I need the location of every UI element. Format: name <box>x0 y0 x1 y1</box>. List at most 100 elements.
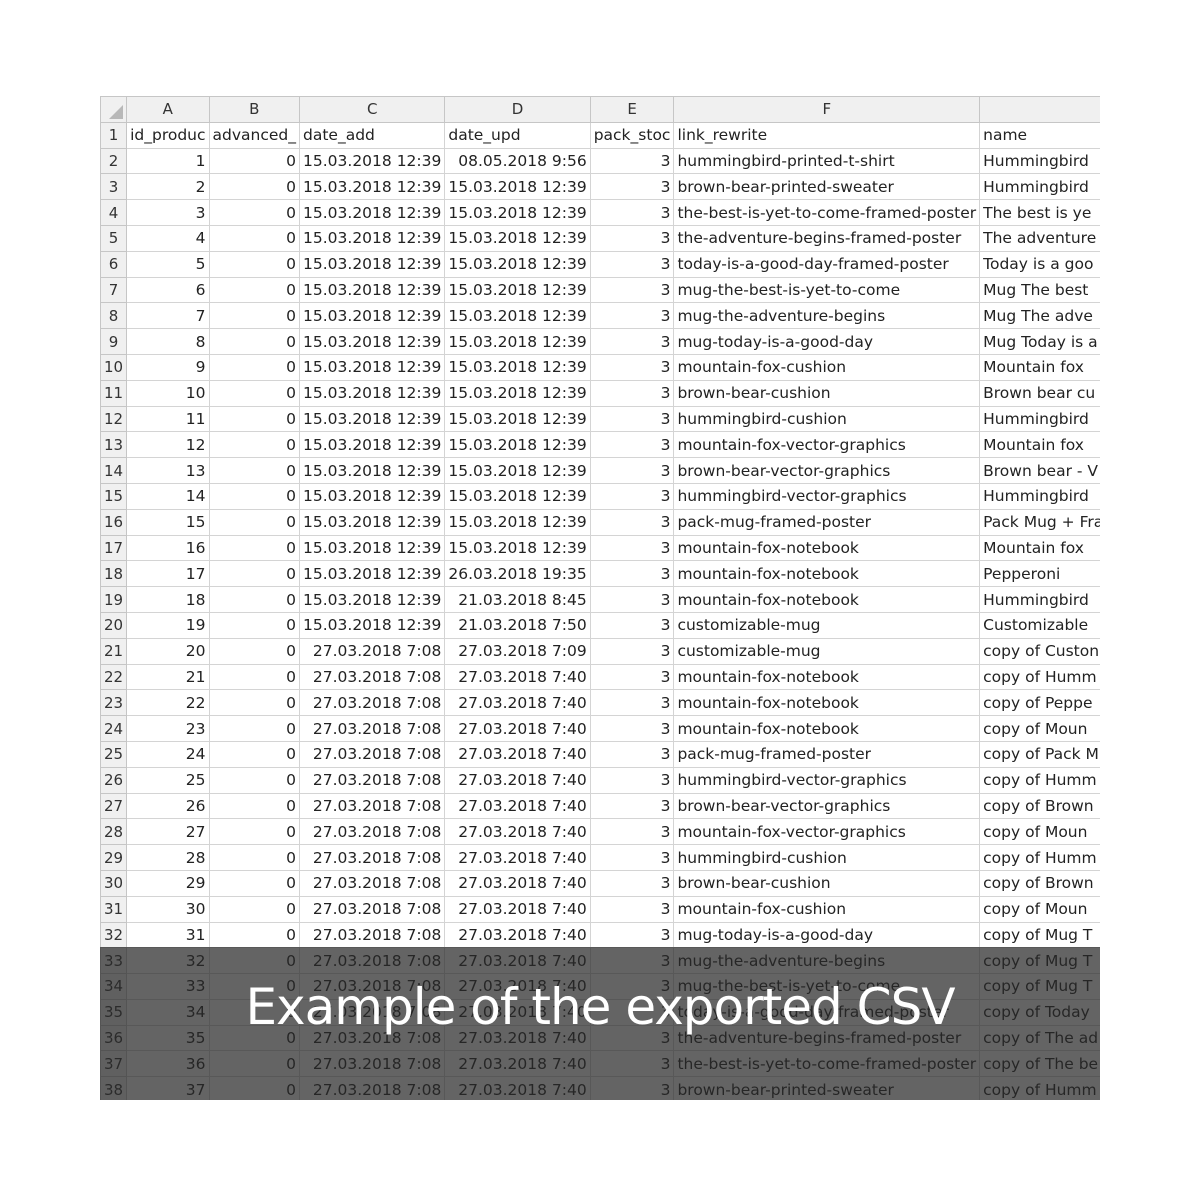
cell-id-product[interactable]: 24 <box>126 740 210 768</box>
cell-advanced[interactable]: 0 <box>208 328 301 355</box>
cell-link-rewrite[interactable]: brown-bear-printed-sweater <box>673 1076 981 1100</box>
cell-pack-stock[interactable]: 3 <box>589 715 675 742</box>
cell-pack-stock[interactable]: 3 <box>589 328 675 355</box>
column-header-f[interactable]: F <box>673 96 981 123</box>
cell-pack-stock[interactable]: 3 <box>589 379 675 407</box>
cell-date-add[interactable]: 15.03.2018 12:39 <box>299 379 446 407</box>
cell-date-add[interactable]: 27.03.2018 7:08 <box>299 844 446 871</box>
cell-name[interactable]: copy of Humm <box>979 1076 1100 1100</box>
column-header-c[interactable]: C <box>299 96 446 123</box>
cell-name[interactable]: copy of Brown <box>979 792 1100 820</box>
cell-id-product[interactable]: 7 <box>126 302 210 330</box>
cell-id-product[interactable]: 29 <box>126 869 210 897</box>
cell-id-product[interactable]: 9 <box>126 353 210 381</box>
cell-date-upd[interactable]: 27.03.2018 7:40 <box>444 740 591 768</box>
cell-link-rewrite[interactable]: hummingbird-printed-t-shirt <box>673 147 981 175</box>
cell-link-rewrite[interactable]: hummingbird-cushion <box>673 844 981 871</box>
cell-advanced[interactable]: 0 <box>208 173 301 201</box>
cell-link-rewrite[interactable]: mountain-fox-cushion <box>673 353 981 381</box>
row-number[interactable]: 5 <box>100 224 128 252</box>
cell-date-upd[interactable]: 26.03.2018 19:35 <box>444 560 591 588</box>
cell-date-upd[interactable]: 15.03.2018 12:39 <box>444 353 591 381</box>
cell-pack-stock[interactable]: 3 <box>589 482 675 510</box>
cell-advanced[interactable]: 0 <box>208 921 301 949</box>
row-number[interactable]: 14 <box>100 457 128 484</box>
cell-date-add[interactable]: 15.03.2018 12:39 <box>299 482 446 510</box>
cell-link-rewrite[interactable]: hummingbird-vector-graphics <box>673 766 981 794</box>
row-number[interactable]: 7 <box>100 276 128 304</box>
cell-date-add[interactable]: 15.03.2018 12:39 <box>299 173 446 201</box>
row-number[interactable]: 25 <box>100 740 128 768</box>
cell-advanced[interactable]: 0 <box>208 663 301 691</box>
cell-name[interactable]: copy of Pack M <box>979 740 1100 768</box>
cell-link-rewrite[interactable]: mug-the-adventure-begins <box>673 947 981 975</box>
cell-id-product[interactable]: 26 <box>126 792 210 820</box>
cell-id-product[interactable]: 19 <box>126 611 210 639</box>
cell-date-upd[interactable]: 27.03.2018 7:40 <box>444 921 591 949</box>
cell-advanced[interactable]: 0 <box>208 715 301 742</box>
cell-header-id-product[interactable]: id_produc <box>126 121 210 149</box>
cell-link-rewrite[interactable]: mountain-fox-cushion <box>673 895 981 923</box>
cell-name[interactable]: Hummingbird <box>979 482 1100 510</box>
row-number[interactable]: 2 <box>100 147 128 175</box>
cell-id-product[interactable]: 20 <box>126 637 210 665</box>
cell-pack-stock[interactable]: 3 <box>589 947 675 975</box>
cell-id-product[interactable]: 14 <box>126 482 210 510</box>
row-number[interactable]: 31 <box>100 895 128 923</box>
cell-id-product[interactable]: 1 <box>126 147 210 175</box>
cell-date-add[interactable]: 27.03.2018 7:08 <box>299 921 446 949</box>
cell-advanced[interactable]: 0 <box>208 844 301 871</box>
cell-date-upd[interactable]: 15.03.2018 12:39 <box>444 405 591 433</box>
row-number[interactable]: 4 <box>100 199 128 226</box>
cell-advanced[interactable]: 0 <box>208 586 301 613</box>
cell-pack-stock[interactable]: 3 <box>589 663 675 691</box>
cell-pack-stock[interactable]: 3 <box>589 586 675 613</box>
cell-date-upd[interactable]: 15.03.2018 12:39 <box>444 276 591 304</box>
cell-date-upd[interactable]: 08.05.2018 9:56 <box>444 147 591 175</box>
cell-id-product[interactable]: 31 <box>126 921 210 949</box>
cell-date-add[interactable]: 27.03.2018 7:08 <box>299 715 446 742</box>
cell-pack-stock[interactable]: 3 <box>589 844 675 871</box>
cell-name[interactable]: copy of Humm <box>979 844 1100 871</box>
cell-name[interactable]: Today is a goo <box>979 250 1100 278</box>
row-number[interactable]: 1 <box>100 121 128 149</box>
cell-date-add[interactable]: 27.03.2018 7:08 <box>299 766 446 794</box>
cell-name[interactable]: Mountain fox <box>979 534 1100 562</box>
cell-date-upd[interactable]: 27.03.2018 7:40 <box>444 663 591 691</box>
cell-id-product[interactable]: 15 <box>126 508 210 536</box>
cell-advanced[interactable]: 0 <box>208 740 301 768</box>
cell-pack-stock[interactable]: 3 <box>589 1050 675 1078</box>
row-number[interactable]: 3 <box>100 173 128 201</box>
cell-date-upd[interactable]: 27.03.2018 7:40 <box>444 844 591 871</box>
row-number[interactable]: 17 <box>100 534 128 562</box>
cell-date-add[interactable]: 27.03.2018 7:08 <box>299 1076 446 1100</box>
cell-link-rewrite[interactable]: mug-today-is-a-good-day <box>673 921 981 949</box>
cell-pack-stock[interactable]: 3 <box>589 895 675 923</box>
cell-id-product[interactable]: 10 <box>126 379 210 407</box>
cell-advanced[interactable]: 0 <box>208 818 301 846</box>
cell-link-rewrite[interactable]: brown-bear-cushion <box>673 379 981 407</box>
cell-header-date-add[interactable]: date_add <box>299 121 446 149</box>
row-number[interactable]: 32 <box>100 921 128 949</box>
cell-date-upd[interactable]: 15.03.2018 12:39 <box>444 302 591 330</box>
cell-link-rewrite[interactable]: today-is-a-good-day-framed-poster <box>673 250 981 278</box>
cell-advanced[interactable]: 0 <box>208 147 301 175</box>
cell-advanced[interactable]: 0 <box>208 1076 301 1100</box>
cell-date-upd[interactable]: 15.03.2018 12:39 <box>444 379 591 407</box>
cell-advanced[interactable]: 0 <box>208 457 301 484</box>
cell-date-add[interactable]: 15.03.2018 12:39 <box>299 224 446 252</box>
cell-advanced[interactable]: 0 <box>208 611 301 639</box>
cell-id-product[interactable]: 37 <box>126 1076 210 1100</box>
cell-date-add[interactable]: 15.03.2018 12:39 <box>299 328 446 355</box>
cell-id-product[interactable]: 6 <box>126 276 210 304</box>
row-number[interactable]: 21 <box>100 637 128 665</box>
row-number[interactable]: 10 <box>100 353 128 381</box>
cell-header-link-rewrite[interactable]: link_rewrite <box>673 121 981 149</box>
cell-advanced[interactable]: 0 <box>208 637 301 665</box>
row-number[interactable]: 19 <box>100 586 128 613</box>
cell-date-add[interactable]: 15.03.2018 12:39 <box>299 611 446 639</box>
cell-date-upd[interactable]: 27.03.2018 7:40 <box>444 766 591 794</box>
cell-date-upd[interactable]: 27.03.2018 7:40 <box>444 947 591 975</box>
cell-pack-stock[interactable]: 3 <box>589 405 675 433</box>
cell-link-rewrite[interactable]: mountain-fox-notebook <box>673 689 981 717</box>
